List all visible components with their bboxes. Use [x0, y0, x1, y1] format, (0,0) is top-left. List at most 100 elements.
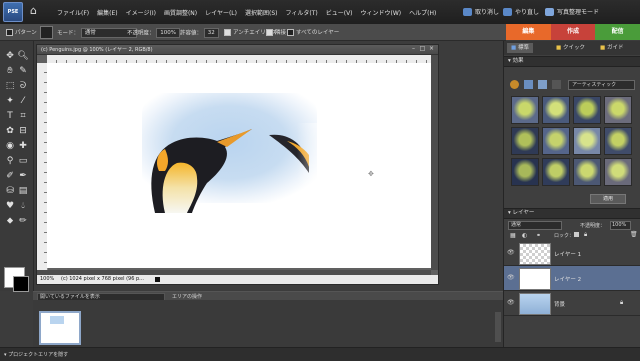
- new-layer-icon[interactable]: ▦: [510, 232, 516, 239]
- home-icon[interactable]: ⌂: [30, 5, 42, 17]
- menu-image[interactable]: イメージ(I): [126, 8, 156, 17]
- move-tool-icon[interactable]: ✥: [4, 51, 16, 62]
- selection-brush-tool-icon[interactable]: ⁄: [17, 96, 29, 107]
- effects-category-select[interactable]: アーティスティック: [568, 80, 635, 90]
- tab-guided-edit[interactable]: ■ ガイド: [596, 43, 627, 53]
- zoom-tool-icon[interactable]: 🔍︎: [17, 51, 29, 62]
- menu-layer[interactable]: レイヤー(L): [205, 8, 237, 17]
- info-arrow-icon[interactable]: [155, 277, 160, 282]
- tab-create[interactable]: 作成: [550, 24, 596, 40]
- layer-row-selected[interactable]: 👁︎ レイヤー 2: [504, 266, 640, 291]
- eraser-tool-icon[interactable]: ▭: [17, 156, 29, 167]
- maximize-icon[interactable]: □: [419, 46, 426, 52]
- lasso-tool-icon[interactable]: ᘐ: [17, 81, 29, 92]
- layer-row[interactable]: 👁︎ 背景 🔒︎: [504, 291, 640, 316]
- lock-transparency-icon[interactable]: [574, 232, 579, 237]
- effect-thumbnail[interactable]: [542, 96, 570, 124]
- filters-icon[interactable]: [510, 80, 519, 89]
- photo-effects-icon[interactable]: [538, 80, 547, 89]
- bin-scrollbar[interactable]: [495, 312, 501, 342]
- menu-edit[interactable]: 編集(E): [97, 8, 117, 17]
- pencil-tool-icon[interactable]: ✏︎: [17, 216, 29, 227]
- layer-styles-icon[interactable]: [524, 80, 533, 89]
- layer-row[interactable]: 👁︎ レイヤー 1: [504, 241, 640, 266]
- contiguous-option[interactable]: 隣接: [266, 28, 286, 36]
- crop-tool-icon[interactable]: ⌗: [17, 111, 29, 122]
- effect-thumbnail[interactable]: [542, 127, 570, 155]
- effect-thumbnail[interactable]: [604, 127, 632, 155]
- organizer-button[interactable]: 写真整理モード: [545, 7, 599, 16]
- type-tool-icon[interactable]: T: [4, 111, 16, 122]
- effects-header[interactable]: ▾ 効果: [504, 56, 640, 67]
- link-icon[interactable]: ⚭: [536, 232, 541, 239]
- effect-thumbnail[interactable]: [511, 158, 539, 186]
- effect-thumbnail[interactable]: [511, 96, 539, 124]
- menu-filter[interactable]: フィルタ(T): [286, 8, 318, 17]
- zoom-level[interactable]: 100%: [40, 275, 54, 284]
- effect-thumbnail[interactable]: [604, 96, 632, 124]
- all-layers-option[interactable]: すべてのレイヤー: [287, 28, 339, 36]
- tab-edit[interactable]: 編集: [506, 24, 551, 40]
- effect-thumbnail[interactable]: [511, 127, 539, 155]
- smart-brush-tool-icon[interactable]: ✒: [17, 171, 29, 182]
- layers-header[interactable]: ▾ レイヤー: [504, 208, 640, 219]
- menu-select[interactable]: 選択範囲(S): [245, 8, 278, 17]
- menu-window[interactable]: ウィンドウ(W): [361, 8, 402, 17]
- pattern-swatch[interactable]: [40, 26, 53, 39]
- effect-thumbnail[interactable]: [604, 158, 632, 186]
- clone-stamp-tool-icon[interactable]: ⚲: [4, 156, 16, 167]
- apply-button[interactable]: 適用: [590, 194, 626, 204]
- background-color-swatch[interactable]: [13, 276, 29, 292]
- menu-enhance[interactable]: 画質調整(N): [164, 8, 197, 17]
- lock-all-icon[interactable]: 🔒︎: [584, 231, 587, 239]
- magic-wand-tool-icon[interactable]: ✦: [4, 96, 16, 107]
- straighten-tool-icon[interactable]: ⊟: [17, 126, 29, 137]
- eyedropper-tool-icon[interactable]: ✎: [17, 66, 29, 77]
- shape-tool-icon[interactable]: ♥: [4, 201, 16, 212]
- visibility-eye-icon[interactable]: 👁︎: [507, 299, 515, 307]
- redo-button[interactable]: やり直し: [503, 7, 539, 16]
- sponge-tool-icon[interactable]: ⬥: [4, 216, 16, 227]
- bin-actions-menu[interactable]: エリアの操作: [172, 293, 202, 300]
- visibility-eye-icon[interactable]: 👁︎: [507, 274, 515, 282]
- effect-thumbnail[interactable]: [573, 127, 601, 155]
- antialias-checkbox[interactable]: [224, 29, 231, 36]
- undo-button[interactable]: 取り消し: [463, 7, 499, 16]
- menu-view[interactable]: ビュー(V): [326, 8, 353, 17]
- adjustment-layer-icon[interactable]: ◐: [522, 232, 527, 239]
- gradient-tool-icon[interactable]: ▤: [17, 186, 29, 197]
- effect-thumbnail[interactable]: [573, 158, 601, 186]
- hand-tool-icon[interactable]: ✋︎: [4, 66, 16, 77]
- tab-full-edit[interactable]: ■ 標準: [507, 43, 533, 53]
- minimize-icon[interactable]: –: [410, 46, 417, 52]
- opacity-field[interactable]: 100%: [156, 28, 180, 38]
- visibility-eye-icon[interactable]: 👁︎: [507, 249, 515, 257]
- hide-project-bin-button[interactable]: ▾ プロジェクトエリアを隠す: [4, 351, 68, 358]
- spot-healing-tool-icon[interactable]: ✚: [17, 141, 29, 152]
- menu-file[interactable]: ファイル(F): [57, 8, 89, 17]
- blend-mode-select[interactable]: 通常: [508, 221, 562, 230]
- tolerance-field[interactable]: 32: [203, 28, 219, 38]
- pattern-checkbox[interactable]: [6, 29, 13, 36]
- cookie-cutter-tool-icon[interactable]: ✿: [4, 126, 16, 137]
- all-effects-icon[interactable]: [552, 80, 561, 89]
- menu-help[interactable]: ヘルプ(H): [409, 8, 436, 17]
- all-layers-checkbox[interactable]: [287, 29, 294, 36]
- contiguous-checkbox[interactable]: [266, 29, 273, 36]
- paint-bucket-tool-icon[interactable]: ⛁: [4, 186, 16, 197]
- effect-thumbnail[interactable]: [542, 158, 570, 186]
- close-icon[interactable]: ×: [428, 46, 435, 52]
- image-canvas[interactable]: ✥: [47, 63, 431, 268]
- layer-opacity-field[interactable]: 100%: [610, 221, 631, 230]
- effect-thumbnail[interactable]: [573, 96, 601, 124]
- blur-tool-icon[interactable]: 💧︎: [17, 201, 29, 212]
- marquee-tool-icon[interactable]: ⬚: [4, 81, 16, 92]
- trash-icon[interactable]: 🗑︎: [630, 231, 638, 238]
- tab-share[interactable]: 配信: [595, 24, 640, 40]
- bin-thumbnail[interactable]: [39, 311, 81, 345]
- tab-quick-edit[interactable]: ■ クイック: [552, 43, 589, 53]
- brush-tool-icon[interactable]: ✐: [4, 171, 16, 182]
- red-eye-tool-icon[interactable]: ◉: [4, 141, 16, 152]
- pattern-option[interactable]: パターン: [6, 28, 37, 36]
- vertical-scrollbar[interactable]: [431, 55, 438, 270]
